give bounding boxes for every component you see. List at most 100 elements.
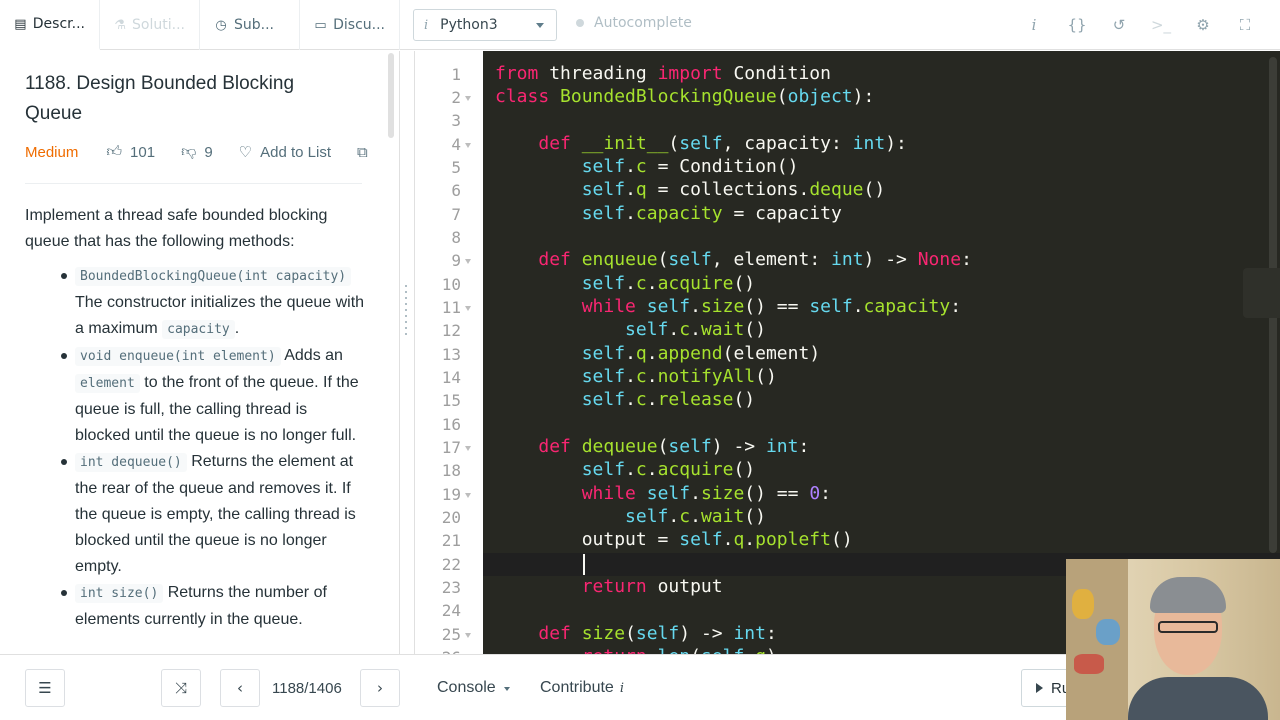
code-line: def enqueue(self, element: int) -> None: xyxy=(538,249,972,270)
fold-arrow-icon[interactable] xyxy=(465,259,471,264)
tab-label: Soluti... xyxy=(132,17,185,33)
line-number: 14 xyxy=(441,368,461,387)
info-icon: i xyxy=(619,680,624,696)
line-number: 20 xyxy=(441,508,461,527)
code-line: self.q = collections.deque() xyxy=(581,179,886,200)
inline-code: void enqueue(int element) xyxy=(75,347,281,366)
list-text: . xyxy=(234,320,240,337)
dislike-button[interactable]: 👎︎ 9 xyxy=(181,143,213,161)
share-icon[interactable]: ⧉ xyxy=(357,144,368,161)
inline-code: int size() xyxy=(75,584,164,603)
tab-submissions[interactable]: ◷ Sub... xyxy=(200,0,300,50)
list-item: int dequeue() Returns the element at the… xyxy=(61,449,365,580)
chevron-down-icon xyxy=(503,687,510,691)
line-number: 12 xyxy=(441,321,461,340)
text-cursor xyxy=(583,554,585,575)
code-line: def size(self) -> int: xyxy=(538,623,777,644)
list-icon: ☰ xyxy=(38,679,52,697)
line-number: 3 xyxy=(451,111,461,130)
code-line: self.c = Condition() xyxy=(581,156,799,177)
methods-list: BoundedBlockingQueue(int capacity) The c… xyxy=(25,263,365,633)
code-line: class BoundedBlockingQueue(object): xyxy=(495,86,875,107)
braces-icon[interactable]: {} xyxy=(1066,14,1088,36)
tab-solution[interactable]: ⚗ Soluti... xyxy=(100,0,200,50)
console-button[interactable]: Console xyxy=(437,679,510,697)
next-problem-button[interactable]: › xyxy=(360,669,400,707)
fold-arrow-icon[interactable] xyxy=(465,493,471,498)
line-number: 22 xyxy=(441,555,461,574)
line-number: 16 xyxy=(441,415,461,434)
settings-icon[interactable]: ⚙ xyxy=(1192,14,1214,36)
fullscreen-icon[interactable]: ⛶ xyxy=(1234,14,1256,36)
prev-problem-button[interactable]: ‹ xyxy=(220,669,260,707)
random-problem-button[interactable]: ⤨ xyxy=(161,669,201,707)
line-number: 11 xyxy=(441,298,461,317)
heart-icon: ♡ xyxy=(238,144,253,161)
divider xyxy=(25,183,362,184)
line-number: 8 xyxy=(451,228,461,247)
like-button[interactable]: 👍︎ 101 xyxy=(106,143,155,161)
tab-label: Descr... xyxy=(32,16,85,32)
chevron-right-icon: › xyxy=(377,679,383,697)
list-item: int size() Returns the number of element… xyxy=(61,580,365,633)
webcam-overlay xyxy=(1066,559,1280,720)
fold-arrow-icon[interactable] xyxy=(465,306,471,311)
description-scrollbar[interactable] xyxy=(388,53,394,138)
problem-list-button[interactable]: ☰ xyxy=(25,669,65,707)
toggle-dot-icon xyxy=(576,19,584,27)
code-line: from threading import Condition xyxy=(495,63,831,84)
problem-pager: 1188/1406 xyxy=(272,680,342,697)
line-number: 19 xyxy=(441,485,461,504)
code-line: self.c.wait() xyxy=(625,319,766,340)
thumbs-up-icon: 👍︎ xyxy=(106,143,123,160)
language-select[interactable]: i Python3 xyxy=(413,9,557,41)
problem-title: 1188. Design Bounded Blocking Queue xyxy=(25,73,295,124)
tab-label: Sub... xyxy=(234,17,274,33)
fold-arrow-icon[interactable] xyxy=(465,633,471,638)
code-line: self.capacity = capacity xyxy=(581,203,842,224)
description-icon: ▤ xyxy=(14,16,27,32)
terminal-icon[interactable]: >_ xyxy=(1150,14,1172,36)
code-line: return output xyxy=(581,576,723,597)
line-number: 1 xyxy=(451,65,461,84)
inline-code: BoundedBlockingQueue(int capacity) xyxy=(75,267,352,286)
line-number: 17 xyxy=(441,438,461,457)
line-number: 24 xyxy=(441,601,461,620)
reset-icon[interactable]: ↺ xyxy=(1108,14,1130,36)
fold-arrow-icon[interactable] xyxy=(465,96,471,101)
code-line: self.c.wait() xyxy=(625,506,766,527)
fold-arrow-icon[interactable] xyxy=(465,446,471,451)
code-line: self.c.release() xyxy=(581,389,756,410)
side-panel-toggle[interactable] xyxy=(1243,268,1280,318)
difficulty-badge: Medium xyxy=(25,143,79,161)
line-number-gutter: 1 2 3 4 5 6 7 8 9 10 11 12 13 14 15 16 1… xyxy=(414,51,483,654)
problem-tabs: ▤ Descr... ⚗ Soluti... ◷ Sub... ▭ Discu.… xyxy=(0,0,400,50)
like-count: 101 xyxy=(130,143,156,161)
line-number: 4 xyxy=(451,135,461,154)
line-number: 15 xyxy=(441,391,461,410)
tab-description[interactable]: ▤ Descr... xyxy=(0,0,100,50)
autocomplete-toggle[interactable]: Autocomplete xyxy=(576,15,692,31)
shuffle-icon: ⤨ xyxy=(174,679,187,697)
info-icon[interactable]: i xyxy=(1026,14,1042,36)
dislike-count: 9 xyxy=(204,143,213,161)
panel-resize-handle[interactable] xyxy=(403,285,409,341)
chevron-left-icon: ‹ xyxy=(237,679,243,697)
play-icon xyxy=(1036,683,1043,693)
fold-arrow-icon[interactable] xyxy=(465,143,471,148)
problem-meta: Medium 👍︎ 101 👎︎ 9 ♡ Add to List ⧉ xyxy=(25,143,368,161)
code-line: output = self.q.popleft() xyxy=(495,529,853,550)
list-item: void enqueue(int element) Adds an elemen… xyxy=(61,343,365,449)
code-line: self.q.append(element) xyxy=(581,343,821,364)
thumbs-down-icon: 👎︎ xyxy=(181,143,197,160)
line-number: 10 xyxy=(441,275,461,294)
line-number: 13 xyxy=(441,345,461,364)
tab-discuss[interactable]: ▭ Discu... xyxy=(300,0,400,50)
contribute-button[interactable]: Contribute i xyxy=(540,679,624,697)
description-panel: 1188. Design Bounded Blocking Queue Medi… xyxy=(0,51,400,654)
add-to-list-button[interactable]: ♡ Add to List xyxy=(238,143,331,162)
code-line: self.c.notifyAll() xyxy=(581,366,777,387)
add-to-list-label: Add to List xyxy=(260,143,331,161)
problem-content: Implement a thread safe bounded blocking… xyxy=(25,203,365,633)
flask-icon: ⚗ xyxy=(114,17,126,33)
